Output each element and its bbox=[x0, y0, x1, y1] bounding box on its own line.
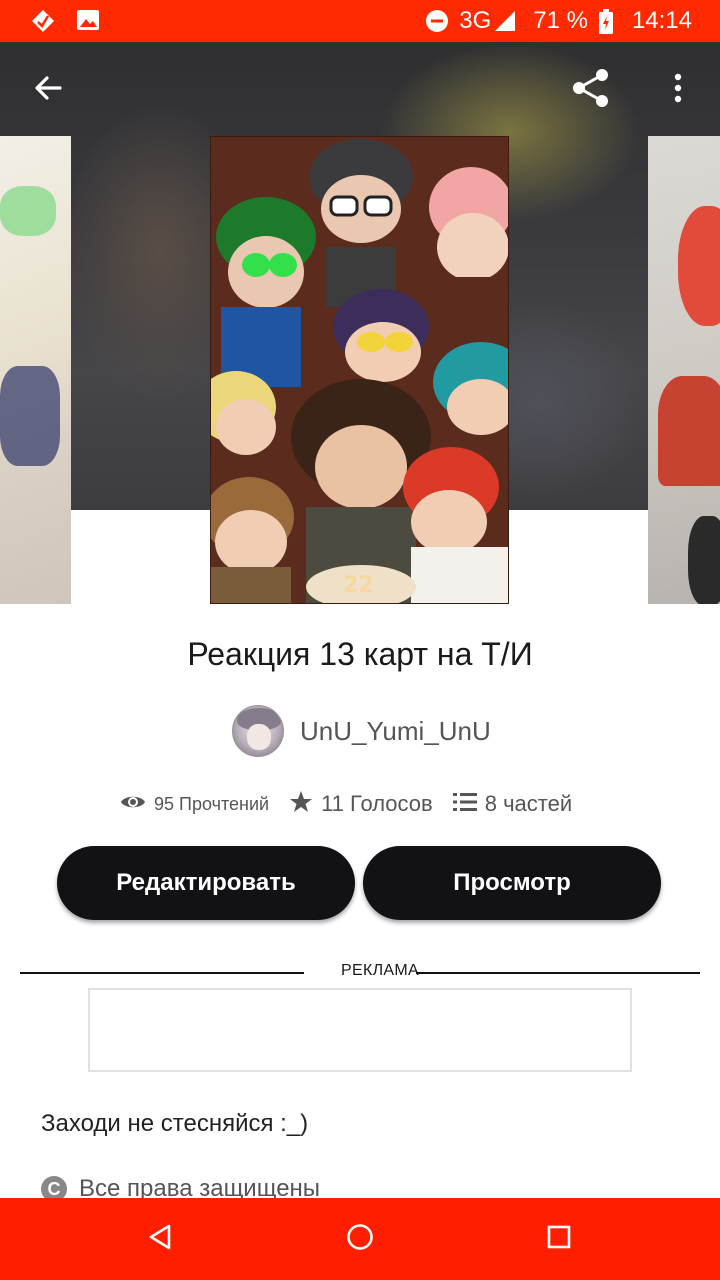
eye-icon bbox=[120, 793, 146, 816]
ad-label: РЕКЛАМА bbox=[341, 962, 419, 979]
next-story-cover[interactable] bbox=[648, 136, 720, 604]
author-row[interactable]: UnU_Yumi_UnU bbox=[232, 704, 491, 758]
star-icon bbox=[289, 790, 313, 819]
share-button[interactable] bbox=[561, 60, 621, 120]
ad-separator: РЕКЛАМА bbox=[20, 962, 700, 986]
clock: 14:14 bbox=[631, 7, 692, 34]
battery-charging-icon bbox=[598, 9, 614, 34]
more-options-button[interactable] bbox=[648, 60, 708, 120]
story-description: Заходи не стесняйся :_) bbox=[41, 1110, 309, 1137]
network-type: 3G bbox=[459, 7, 492, 34]
signal-icon bbox=[493, 9, 517, 33]
nav-back-button[interactable] bbox=[135, 1214, 185, 1264]
more-vert-icon bbox=[672, 72, 684, 109]
avatar[interactable] bbox=[232, 705, 284, 757]
nav-home-button[interactable] bbox=[335, 1214, 385, 1264]
story-title: Реакция 13 карт на Т/И bbox=[187, 636, 533, 672]
back-button[interactable] bbox=[18, 60, 78, 120]
list-icon bbox=[452, 792, 477, 817]
divider bbox=[20, 972, 304, 974]
nav-home-icon bbox=[346, 1223, 374, 1256]
ad-container[interactable] bbox=[88, 988, 632, 1072]
reads-count: 95 Прочтений bbox=[154, 793, 270, 814]
parts-count: 8 частей bbox=[484, 791, 573, 816]
back-arrow-icon bbox=[32, 72, 64, 109]
previous-story-cover[interactable] bbox=[0, 136, 71, 604]
nav-recents-icon bbox=[547, 1225, 571, 1254]
notification-diamond-icon bbox=[30, 8, 54, 32]
story-cover-image[interactable]: 22 bbox=[210, 136, 509, 604]
image-icon bbox=[76, 8, 100, 32]
story-stats: 95 Прочтений 11 Голосов 8 частей bbox=[120, 786, 592, 822]
votes-stat: 11 Голосов bbox=[289, 790, 433, 819]
top-toolbar bbox=[0, 42, 720, 136]
cake-number: 22 bbox=[343, 573, 374, 598]
nav-back-icon bbox=[147, 1223, 173, 1256]
reads-stat: 95 Прочтений bbox=[120, 793, 269, 816]
divider bbox=[416, 972, 700, 974]
system-nav-bar bbox=[0, 1198, 720, 1280]
nav-recents-button[interactable] bbox=[534, 1214, 584, 1264]
author-name[interactable]: UnU_Yumi_UnU bbox=[300, 716, 491, 747]
do-not-disturb-icon bbox=[425, 9, 449, 33]
status-bar: 3G 71 % 14:14 bbox=[0, 0, 720, 42]
share-icon bbox=[570, 67, 612, 114]
preview-button[interactable]: Просмотр bbox=[363, 846, 661, 920]
votes-count: 11 Голосов bbox=[321, 791, 433, 816]
parts-stat: 8 частей bbox=[452, 791, 573, 817]
battery-percent: 71 % bbox=[533, 7, 588, 34]
edit-button[interactable]: Редактировать bbox=[57, 846, 355, 920]
